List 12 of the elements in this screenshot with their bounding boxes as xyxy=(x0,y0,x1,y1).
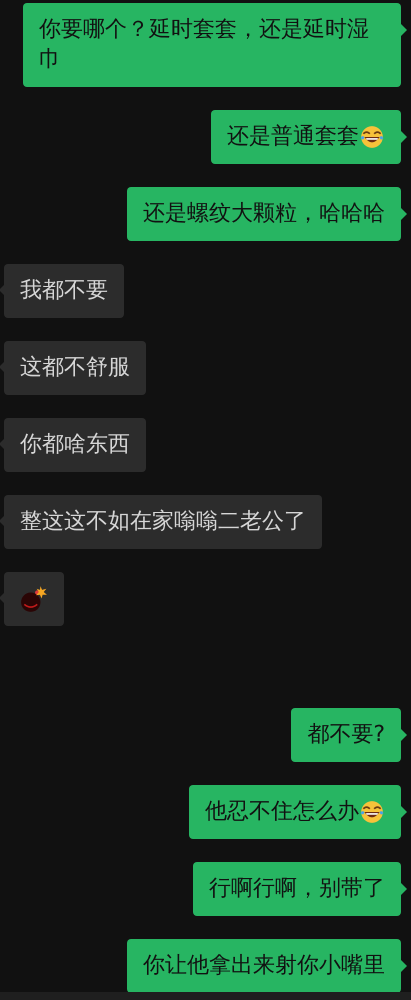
message-text: 你让他拿出来射你小嘴里 xyxy=(143,952,385,980)
message-text: 还是螺纹大颗粒，哈哈哈 xyxy=(143,200,385,228)
message-text: 行啊行啊，别带了 xyxy=(209,875,385,903)
message-text: 还是普通套套 xyxy=(227,123,359,151)
message-text: 你都啥东西 xyxy=(20,431,130,459)
message-text: 你要哪个？延时套套，还是延时湿巾 xyxy=(39,16,370,74)
message-text: 这都不舒服 xyxy=(20,354,130,382)
message-text: 整这这不如在家嗡嗡二老公了 xyxy=(20,508,306,536)
message-text: 他忍不住怎么办 xyxy=(205,798,359,826)
message-text: 都不要? xyxy=(307,721,385,749)
message-text: 我都不要 xyxy=(20,277,108,305)
bomb-icon xyxy=(20,584,48,614)
